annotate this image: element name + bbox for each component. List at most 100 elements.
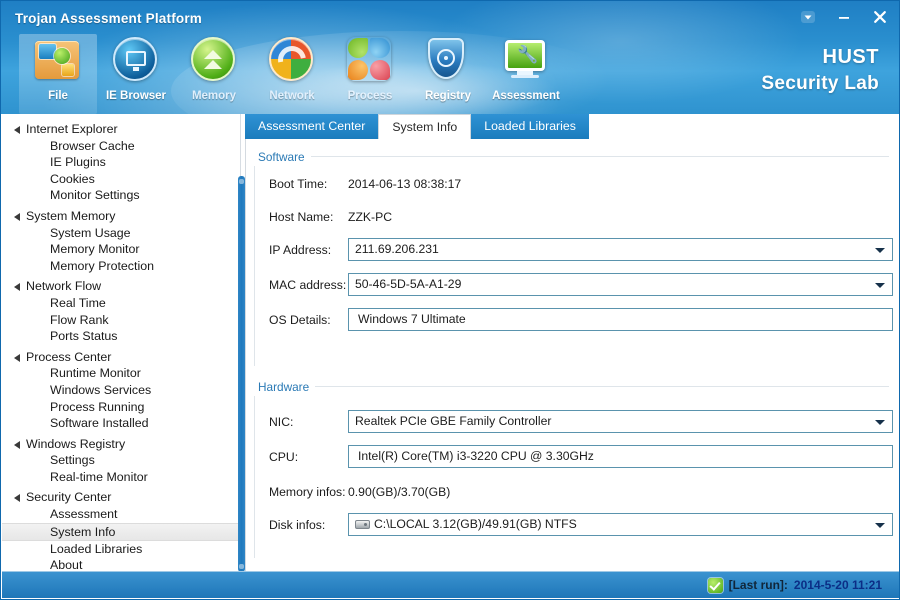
network-refresh-icon xyxy=(269,37,315,83)
tab-bar-filler xyxy=(588,114,899,139)
tree-item-memory-monitor[interactable]: Memory Monitor xyxy=(2,241,240,258)
tree-label: Software Installed xyxy=(50,416,149,431)
tree-group-system-memory[interactable]: System Memory xyxy=(2,208,240,225)
ip-address-combobox[interactable]: 211.69.206.231 xyxy=(348,238,893,261)
brand-block: HUST Security Lab xyxy=(761,46,879,95)
mac-address-combobox[interactable]: 50-46-5D-5A-A1-29 xyxy=(348,273,893,296)
chevron-down-icon[interactable] xyxy=(875,420,885,425)
status-bar: [Last run]: 2014-5-20 11:21 xyxy=(2,571,899,598)
field-value: Intel(R) Core(TM) i3-3220 CPU @ 3.30GHz xyxy=(358,449,594,463)
toolbar-button-network[interactable]: Network xyxy=(253,34,331,114)
hardware-group-body: NIC: Realtek PCIe GBE Family Controller … xyxy=(254,396,893,558)
tree-label: Runtime Monitor xyxy=(50,366,141,381)
tree-item-real-time-monitor[interactable]: Real-time Monitor xyxy=(2,469,240,486)
tree-item-flow-rank[interactable]: Flow Rank xyxy=(2,312,240,329)
toolbar-button-registry[interactable]: Registry xyxy=(409,34,487,114)
close-button[interactable] xyxy=(869,7,891,27)
field-label: Disk infos: xyxy=(269,517,326,532)
field-label: Host Name: xyxy=(269,209,334,224)
tree-item-cookies[interactable]: Cookies xyxy=(2,171,240,188)
tree-item-real-time[interactable]: Real Time xyxy=(2,295,240,312)
title-banner: Trojan Assessment Platform HUST Security… xyxy=(1,1,899,114)
nic-combobox[interactable]: Realtek PCIe GBE Family Controller xyxy=(348,410,893,433)
tree-label: Memory Monitor xyxy=(50,242,140,257)
os-details-input[interactable]: Windows 7 Ultimate xyxy=(348,308,893,331)
tree-group-security-center[interactable]: Security Center xyxy=(2,489,240,506)
field-boot-time: Boot Time: 2014-06-13 08:38:17 xyxy=(255,172,891,195)
tree-item-loaded-libraries[interactable]: Loaded Libraries xyxy=(2,541,240,558)
toolbar-label-assessment: Assessment xyxy=(492,90,560,102)
group-divider xyxy=(254,386,889,387)
window-title: Trojan Assessment Platform xyxy=(15,11,203,26)
dropdown-menu-button[interactable] xyxy=(797,7,819,27)
field-nic: NIC: Realtek PCIe GBE Family Controller xyxy=(255,410,893,433)
expander-icon[interactable] xyxy=(14,126,20,134)
tree-item-process-running[interactable]: Process Running xyxy=(2,399,240,416)
toolbar-button-assessment[interactable]: 🔧 Assessment xyxy=(487,34,565,114)
chevron-down-icon[interactable] xyxy=(875,248,885,253)
expander-icon[interactable] xyxy=(14,494,20,503)
tab-system-info[interactable]: System Info xyxy=(378,114,472,139)
tree-label: IE Plugins xyxy=(50,155,106,170)
toolbar-label-file: File xyxy=(48,90,68,102)
field-value: 211.69.206.231 xyxy=(355,242,439,256)
navigation-tree[interactable]: Internet Explorer Browser Cache IE Plugi… xyxy=(2,114,241,573)
tree-label: Real Time xyxy=(50,295,106,310)
expander-icon[interactable] xyxy=(14,283,20,292)
expander-icon[interactable] xyxy=(14,212,20,221)
field-memory-infos: Memory infos: 0.90(GB)/3.70(GB) xyxy=(255,480,891,503)
chevron-down-icon[interactable] xyxy=(875,283,885,288)
tree-item-runtime-monitor[interactable]: Runtime Monitor xyxy=(2,365,240,382)
field-value: Realtek PCIe GBE Family Controller xyxy=(355,414,552,428)
software-group-title: Software xyxy=(254,150,311,164)
green-check-icon xyxy=(707,577,723,593)
field-value: 0.90(GB)/3.70(GB) xyxy=(348,484,451,499)
brand-line-1: HUST xyxy=(822,46,879,68)
field-label: MAC address: xyxy=(269,277,347,292)
tree-item-settings[interactable]: Settings xyxy=(2,452,240,469)
disk-infos-combobox[interactable]: C:\LOCAL 3.12(GB)/49.91(GB) NTFS xyxy=(348,513,893,536)
field-label: IP Address: xyxy=(269,242,332,257)
tree-item-system-usage[interactable]: System Usage xyxy=(2,225,240,242)
tree-item-monitor-settings[interactable]: Monitor Settings xyxy=(2,187,240,204)
minimize-button[interactable] xyxy=(833,7,855,27)
tree-label: Assessment xyxy=(50,507,118,522)
monitor-wrench-icon: 🔧 xyxy=(503,37,549,83)
field-value: 50-46-5D-5A-A1-29 xyxy=(355,277,462,291)
tree-label: Ports Status xyxy=(50,329,118,344)
tree-group-process-center[interactable]: Process Center xyxy=(2,349,240,366)
cpu-input[interactable]: Intel(R) Core(TM) i3-3220 CPU @ 3.30GHz xyxy=(348,445,893,468)
tree-group-internet-explorer[interactable]: Internet Explorer xyxy=(2,121,240,138)
tree-item-ie-plugins[interactable]: IE Plugins xyxy=(2,154,240,171)
tree-label: Memory Protection xyxy=(50,258,154,273)
tree-label: System Usage xyxy=(50,225,131,240)
tree-item-memory-protection[interactable]: Memory Protection xyxy=(2,258,240,275)
tab-assessment-center[interactable]: Assessment Center xyxy=(245,114,379,139)
toolbar-button-memory[interactable]: Memory xyxy=(175,34,253,114)
toolbar-button-file[interactable]: File xyxy=(19,34,97,114)
monitor-icon xyxy=(113,37,159,83)
shield-target-icon xyxy=(425,37,471,83)
hard-drive-icon xyxy=(355,520,370,529)
tree-item-browser-cache[interactable]: Browser Cache xyxy=(2,138,240,155)
system-info-panel: Software Boot Time: 2014-06-13 08:38:17 … xyxy=(245,139,899,573)
toolbar-label-network: Network xyxy=(269,90,315,102)
tree-item-system-info[interactable]: System Info xyxy=(2,522,240,541)
toolbar-button-process[interactable]: Process xyxy=(331,34,409,114)
expander-icon[interactable] xyxy=(14,353,20,362)
tree-item-software-installed[interactable]: Software Installed xyxy=(2,415,240,432)
toolbar-label-process: Process xyxy=(347,90,393,102)
tree-item-ports-status[interactable]: Ports Status xyxy=(2,328,240,345)
tab-loaded-libraries[interactable]: Loaded Libraries xyxy=(471,114,589,139)
toolbar-button-ie-browser[interactable]: IE Browser xyxy=(97,34,175,114)
content-area: Assessment Center System Info Loaded Lib… xyxy=(245,114,899,573)
expander-icon[interactable] xyxy=(14,440,20,449)
tree-item-windows-services[interactable]: Windows Services xyxy=(2,382,240,399)
field-label: Memory infos: xyxy=(269,484,346,499)
panel-splitter[interactable] xyxy=(238,176,245,572)
tree-group-windows-registry[interactable]: Windows Registry xyxy=(2,436,240,453)
tree-item-assessment[interactable]: Assessment xyxy=(2,506,240,523)
double-chevron-up-icon xyxy=(191,37,237,83)
chevron-down-icon[interactable] xyxy=(875,523,885,528)
tree-group-network-flow[interactable]: Network Flow xyxy=(2,278,240,295)
